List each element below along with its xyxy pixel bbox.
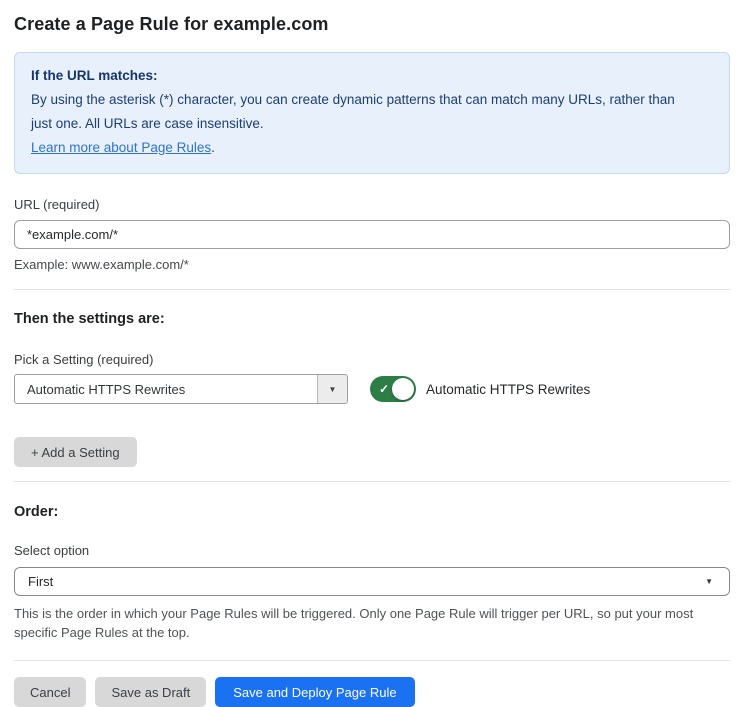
divider (14, 660, 730, 661)
order-select-label: Select option (14, 543, 90, 558)
chevron-down-icon: ▼ (705, 577, 713, 586)
info-box-body: By using the asterisk (*) character, you… (31, 92, 675, 131)
order-help-text: This is the order in which your Page Rul… (14, 606, 694, 640)
setting-select[interactable]: Automatic HTTPS Rewrites ▼ (14, 374, 348, 404)
pick-setting-label: Pick a Setting (required) (14, 352, 154, 367)
toggle-knob (392, 378, 414, 400)
order-select[interactable]: First ▼ (14, 567, 730, 596)
learn-more-link[interactable]: Learn more about Page Rules (31, 140, 211, 155)
check-icon: ✓ (379, 381, 390, 396)
cancel-button[interactable]: Cancel (14, 677, 87, 707)
settings-section-heading: Then the settings are: (14, 311, 165, 327)
add-setting-button[interactable]: + Add a Setting (14, 437, 137, 467)
url-matches-info-box: If the URL matches: By using the asteris… (14, 52, 730, 174)
save-as-draft-button[interactable]: Save as Draft (95, 677, 207, 707)
url-example-text: Example: www.example.com/* (14, 257, 189, 272)
info-box-link-line: Learn more about Page Rules. (31, 136, 713, 160)
order-select-value: First (28, 574, 54, 589)
url-label: URL (required) (14, 197, 100, 212)
save-and-deploy-button[interactable]: Save and Deploy Page Rule (215, 677, 415, 707)
create-page-rule-form: Create a Page Rule for example.com If th… (0, 0, 743, 707)
info-box-heading: If the URL matches: (31, 68, 158, 83)
chevron-down-icon: ▼ (317, 375, 347, 403)
footer-buttons: Cancel Save as Draft Save and Deploy Pag… (14, 677, 730, 707)
setting-toggle-label: Automatic HTTPS Rewrites (426, 381, 591, 397)
link-suffix: . (211, 140, 215, 155)
order-section-heading: Order: (14, 504, 59, 520)
url-input[interactable] (14, 220, 730, 249)
divider (14, 481, 730, 482)
divider (14, 289, 730, 290)
setting-select-value: Automatic HTTPS Rewrites (27, 381, 186, 397)
setting-toggle[interactable]: ✓ (370, 376, 416, 402)
setting-row: Automatic HTTPS Rewrites ▼ ✓ Automatic H… (14, 374, 730, 404)
page-title: Create a Page Rule for example.com (14, 14, 329, 34)
